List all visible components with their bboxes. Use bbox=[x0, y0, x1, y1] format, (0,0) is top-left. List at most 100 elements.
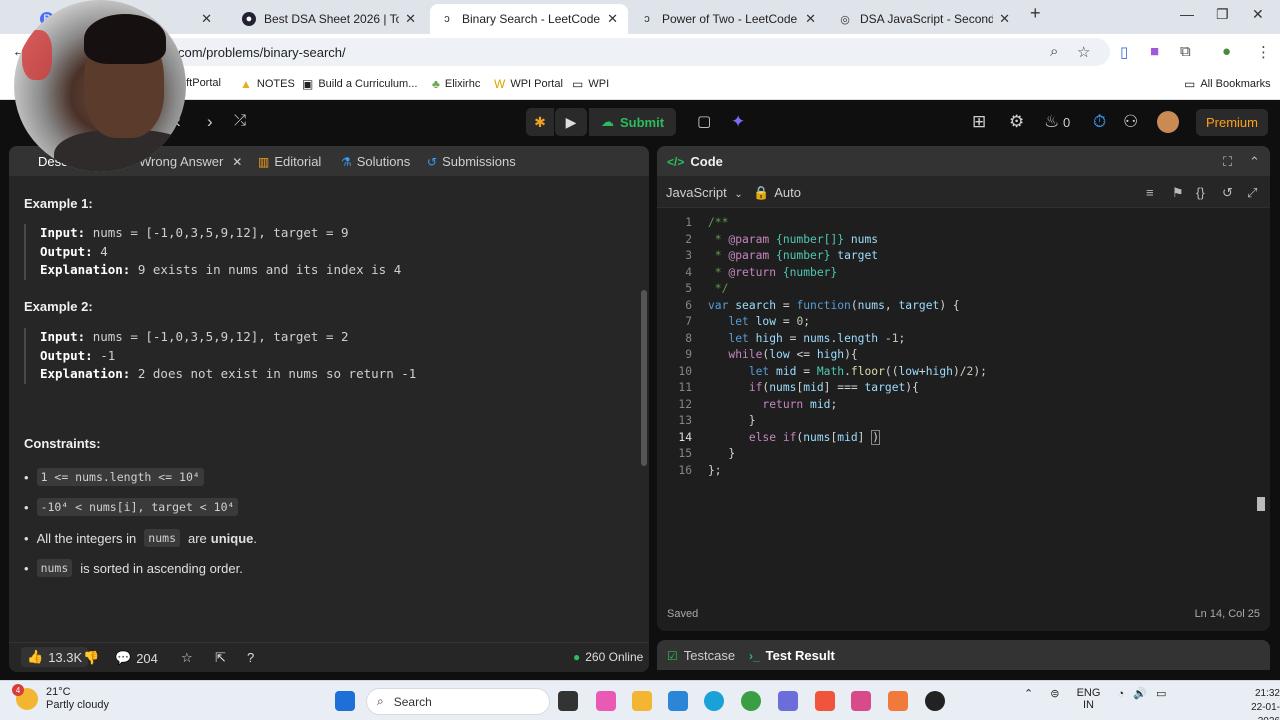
code-line: 10 let mid = Math.floor((low+high)/2); bbox=[678, 364, 987, 378]
premium-button[interactable]: Premium bbox=[1196, 109, 1268, 136]
online-dot-icon: ● bbox=[573, 650, 581, 664]
submit-button[interactable]: ☁ Submit bbox=[589, 108, 676, 136]
windows-start-icon[interactable] bbox=[335, 691, 355, 711]
bookmark-star-icon[interactable]: ☆ bbox=[1077, 43, 1090, 61]
bookmark-icon: W bbox=[494, 77, 506, 91]
language-select[interactable]: JavaScript ⌄ bbox=[666, 185, 743, 200]
comments-button[interactable]: 💬 204 bbox=[115, 650, 158, 666]
file-explorer-icon[interactable] bbox=[632, 691, 652, 711]
chrome-icon[interactable] bbox=[741, 691, 761, 711]
folder-icon: ▭ bbox=[1184, 77, 1196, 91]
reset-icon[interactable]: ↺ bbox=[1222, 185, 1233, 201]
more-icon[interactable]: ⋮ bbox=[1256, 43, 1271, 61]
close-icon[interactable]: ✕ bbox=[999, 11, 1010, 27]
favorite-button[interactable]: ☆ bbox=[181, 650, 193, 666]
bookmark-item[interactable]: ♣ Elixirhc bbox=[432, 77, 480, 91]
tab-test-result[interactable]: ›_ Test Result bbox=[749, 648, 835, 663]
tab-solutions[interactable]: ⚗ Solutions bbox=[341, 154, 410, 169]
app-icon[interactable] bbox=[888, 691, 908, 711]
new-tab-icon[interactable]: + bbox=[1030, 3, 1041, 24]
share-button[interactable]: ⇱ bbox=[215, 650, 226, 666]
taskbar-search[interactable]: ⌕ Search bbox=[366, 688, 550, 715]
settings-gear-icon[interactable]: ⚙ bbox=[1009, 112, 1024, 132]
notes-icon[interactable]: ▢ bbox=[697, 112, 711, 130]
task-view-icon[interactable] bbox=[558, 691, 578, 711]
dislike-button[interactable]: 👎 bbox=[83, 650, 99, 666]
minimize-icon[interactable]: — bbox=[1180, 6, 1194, 22]
bookmark-item[interactable]: ▣ Build a Curriculum... bbox=[302, 77, 417, 91]
copilot-icon[interactable] bbox=[596, 691, 616, 711]
code-editor[interactable]: 1/** 2 * @param {number[]} nums 3 * @par… bbox=[657, 214, 1270, 594]
browser-tab-2[interactable]: ● Best DSA Sheet 2026 | To Crack ✕ bbox=[232, 4, 426, 34]
auto-mode[interactable]: 🔒 Auto bbox=[753, 185, 801, 201]
search-icon: ⌕ bbox=[377, 694, 384, 708]
profile-icon[interactable]: ● bbox=[1222, 43, 1231, 60]
zoom-icon[interactable]: ⌕ bbox=[1050, 43, 1058, 60]
browser-tab-4[interactable]: ↄ Power of Two - LeetCode ✕ bbox=[630, 4, 826, 34]
all-bookmarks[interactable]: ▭ All Bookmarks bbox=[1184, 77, 1271, 91]
system-tray[interactable]: ⌃ ⊜ ENG IN ◔ 🔊 ▭ bbox=[1024, 687, 1166, 711]
ai-sparkle-icon[interactable]: ✦ bbox=[731, 112, 745, 132]
code-line: 9 while(low <= high){ bbox=[685, 348, 858, 361]
code-line: 12 return mid; bbox=[678, 397, 838, 411]
extension-icon[interactable]: ▯ bbox=[1120, 43, 1128, 61]
close-icon[interactable]: ✕ bbox=[405, 11, 416, 27]
vscode-icon[interactable] bbox=[668, 691, 688, 711]
constraint-item: • nums is sorted in ascending order. bbox=[24, 559, 243, 577]
scrollbar-thumb[interactable] bbox=[641, 290, 647, 466]
system-clock[interactable]: 21:32 22-01-2026 bbox=[1232, 687, 1280, 720]
add-user-icon[interactable]: ⚇ bbox=[1123, 112, 1138, 132]
extension-icon[interactable]: ■ bbox=[1150, 43, 1159, 60]
like-button[interactable]: 👍 13.3K bbox=[21, 647, 89, 667]
weather-widget[interactable]: 4 21°C Partly cloudy bbox=[12, 684, 109, 712]
puzzle-icon[interactable]: ⧉ bbox=[1180, 43, 1191, 60]
code-icon: </> bbox=[667, 154, 685, 169]
run-button[interactable]: ▶ bbox=[555, 108, 587, 136]
bookmark-icon: ♣ bbox=[432, 77, 440, 91]
browser-tab-3[interactable]: ↄ Binary Search - LeetCode ✕ bbox=[430, 4, 628, 34]
shuffle-icon[interactable]: ⤮ bbox=[234, 112, 246, 129]
next-problem-icon[interactable]: › bbox=[207, 112, 213, 132]
browser-tab-5[interactable]: ◎ DSA JavaScript - Second Large ✕ bbox=[828, 4, 1020, 34]
fullscreen-icon[interactable]: ⤢ bbox=[1247, 185, 1257, 201]
brave-icon[interactable] bbox=[815, 691, 835, 711]
braces-icon[interactable]: {} bbox=[1196, 185, 1205, 200]
app-icon[interactable] bbox=[851, 691, 871, 711]
collapse-icon[interactable]: ⌃ bbox=[1249, 154, 1260, 170]
checkbox-icon: ☑ bbox=[667, 648, 678, 663]
close-icon[interactable]: ✕ bbox=[805, 11, 816, 27]
debug-button[interactable]: ✱ bbox=[526, 108, 554, 136]
description-scrollbar[interactable] bbox=[641, 186, 647, 626]
volume-icon: 🔊 bbox=[1133, 688, 1147, 700]
close-icon[interactable]: ✕ bbox=[201, 11, 212, 27]
edge-icon[interactable] bbox=[704, 691, 724, 711]
bookmark-item[interactable]: W WPI Portal bbox=[494, 77, 563, 91]
avatar[interactable] bbox=[1157, 111, 1179, 133]
close-icon[interactable]: ✕ bbox=[232, 155, 242, 169]
format-icon[interactable]: ≡ bbox=[1146, 185, 1154, 200]
close-icon[interactable]: ✕ bbox=[607, 11, 618, 27]
timer-icon[interactable]: ⏱ bbox=[1093, 112, 1106, 132]
url-box[interactable]: com/problems/binary-search/ bbox=[160, 38, 1110, 66]
example-1-block: Input: nums = [-1,0,3,5,9,12], target = … bbox=[24, 224, 624, 280]
bookmark-item[interactable]: ▲ NOTES bbox=[240, 77, 295, 91]
bookmark-icon: ▣ bbox=[302, 77, 314, 91]
help-button[interactable]: ? bbox=[247, 650, 254, 665]
constraint-item: • -10⁴ < nums[i], target < 10⁴ bbox=[24, 498, 239, 516]
bookmark-icon[interactable]: ⚑ bbox=[1172, 185, 1184, 201]
app-icon[interactable] bbox=[925, 691, 945, 711]
constraints-title: Constraints: bbox=[24, 436, 101, 451]
editor-scrollbar-thumb[interactable] bbox=[1257, 497, 1265, 511]
bookmark-item[interactable]: oftPortal bbox=[180, 77, 221, 89]
tab-submissions[interactable]: ↺ Submissions bbox=[427, 154, 516, 169]
maximize-icon[interactable]: ⛶ bbox=[1223, 154, 1232, 170]
tab-editorial[interactable]: ▥ Editorial bbox=[258, 154, 321, 169]
maximize-icon[interactable]: ❐ bbox=[1216, 6, 1229, 23]
layout-icon[interactable]: ⊞ bbox=[972, 112, 986, 132]
chevron-up-icon: ⌃ bbox=[1024, 688, 1034, 700]
tab-testcase[interactable]: ☑ Testcase bbox=[667, 648, 735, 663]
bookmark-item[interactable]: ▭ WPI bbox=[572, 77, 609, 91]
close-window-icon[interactable]: ✕ bbox=[1252, 6, 1264, 23]
streak-flame-icon[interactable]: ♨ bbox=[1044, 112, 1059, 132]
teams-icon[interactable] bbox=[778, 691, 798, 711]
